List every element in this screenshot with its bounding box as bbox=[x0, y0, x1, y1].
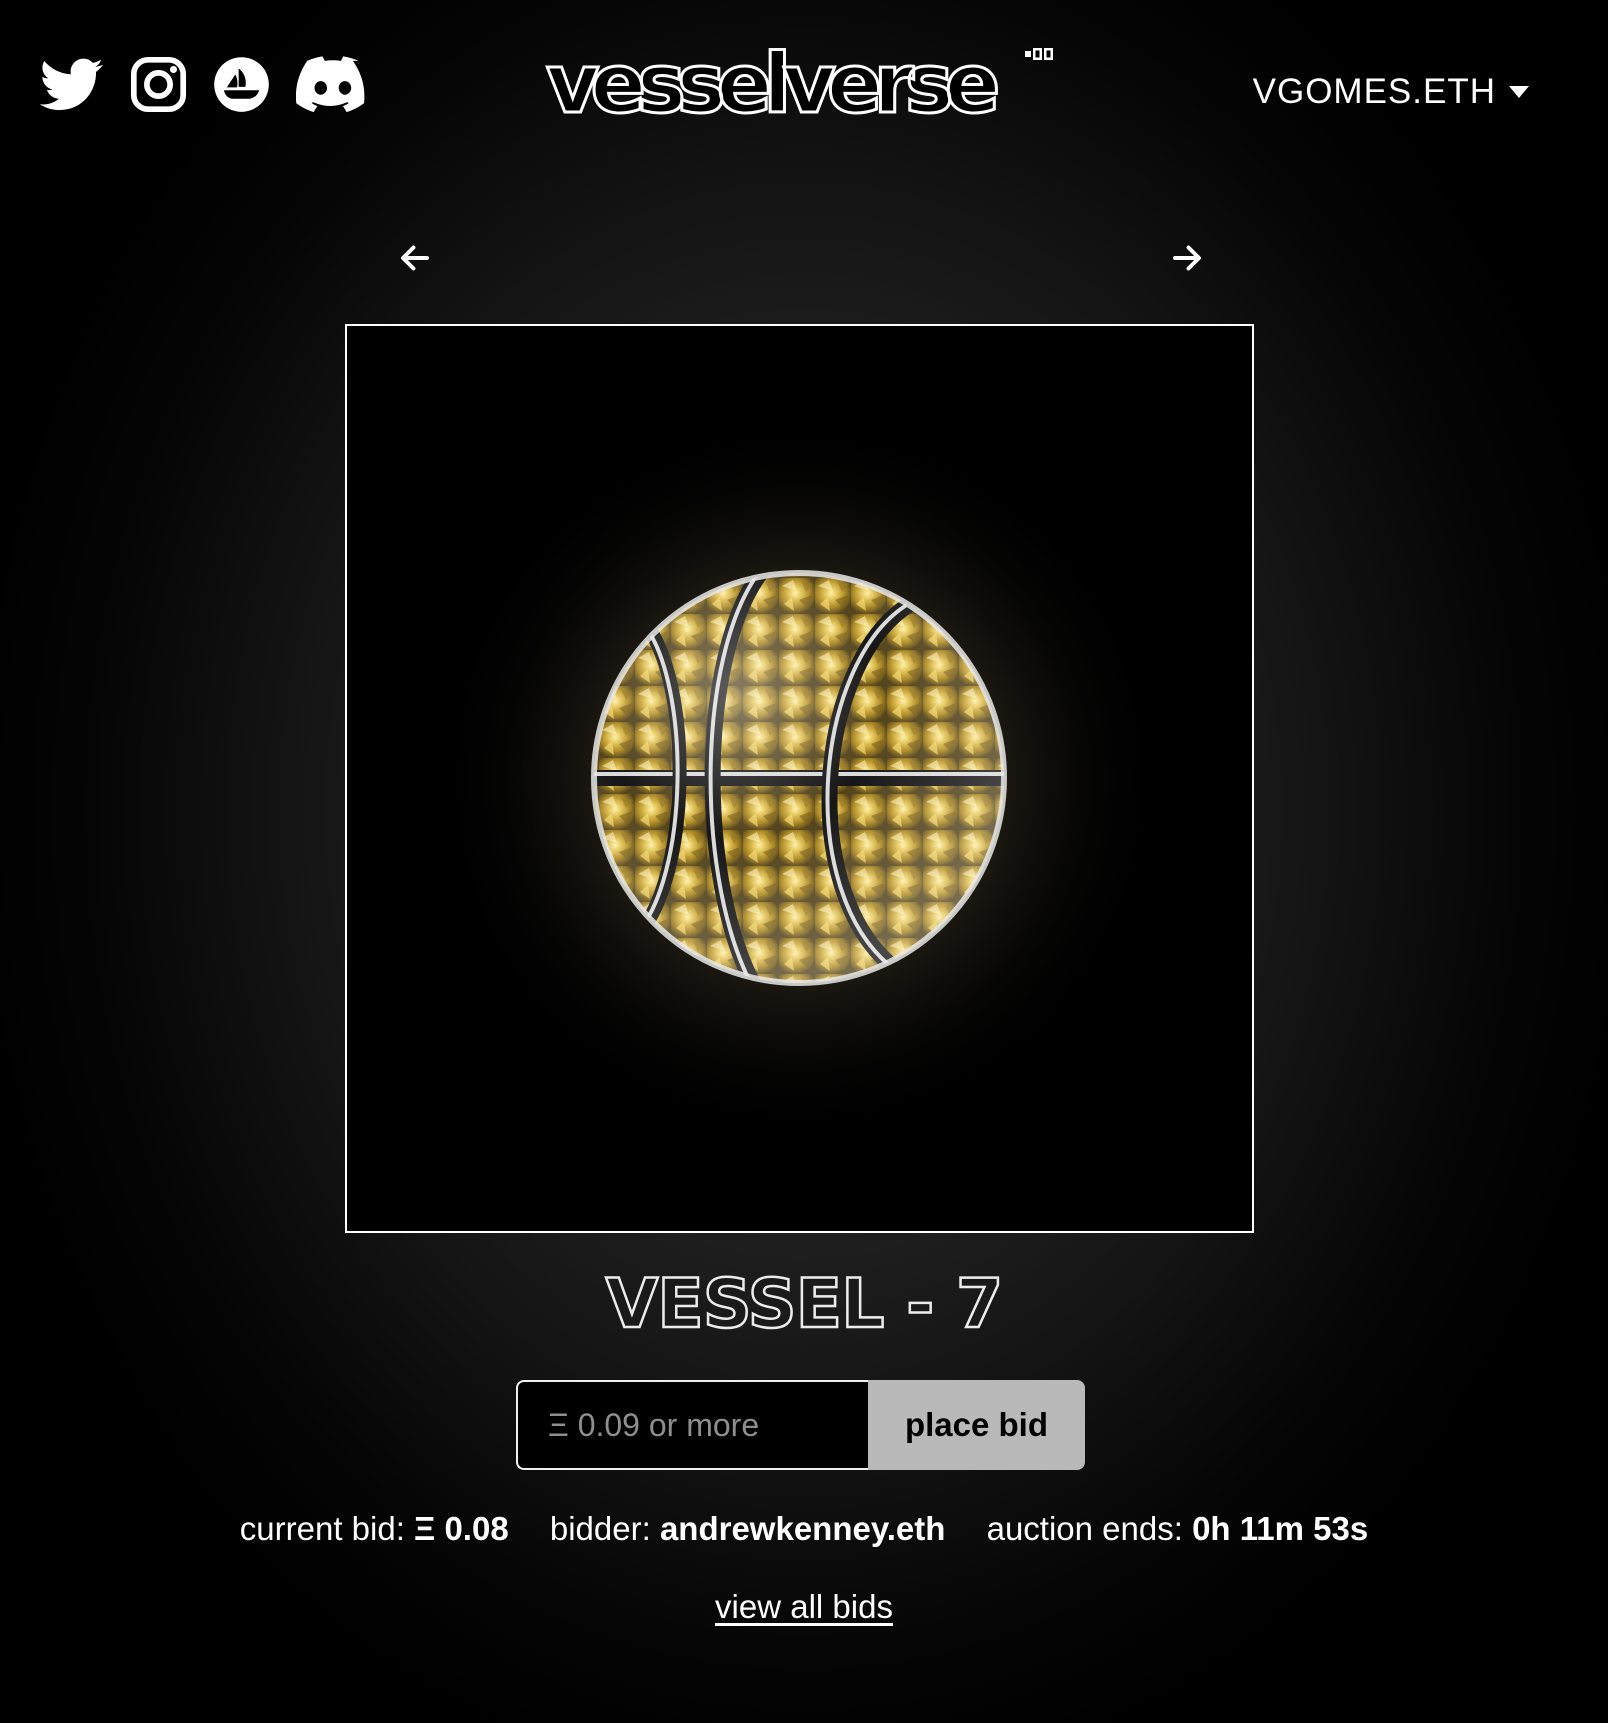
instagram-icon bbox=[130, 56, 187, 113]
twitter-link[interactable] bbox=[40, 58, 104, 112]
vessel-title: VESSEL - 7 bbox=[604, 1265, 1004, 1344]
arrow-right-icon bbox=[1173, 245, 1201, 271]
view-all-bids-link[interactable]: view all bids bbox=[715, 1588, 893, 1625]
discord-icon bbox=[296, 56, 365, 113]
bidder-label: bidder: bbox=[549, 1510, 651, 1547]
bid-amount-input[interactable] bbox=[516, 1380, 868, 1470]
previous-vessel-button[interactable] bbox=[397, 240, 433, 276]
auction-stats: current bid: Ξ 0.08 bidder: andrewkenney… bbox=[0, 1510, 1608, 1548]
basketball-artwork bbox=[469, 448, 1129, 1108]
caret-down-icon bbox=[1509, 86, 1529, 98]
logo-wordmark: vesselverse bbox=[544, 37, 1001, 132]
next-vessel-button[interactable] bbox=[1169, 240, 1205, 276]
instagram-link[interactable] bbox=[130, 56, 187, 113]
place-bid-button[interactable]: place bid bbox=[868, 1380, 1085, 1470]
opensea-icon bbox=[214, 57, 269, 112]
auction-ends-value: 0h 11m 53s bbox=[1192, 1510, 1369, 1547]
social-links bbox=[40, 56, 370, 113]
discord-link[interactable] bbox=[296, 56, 370, 113]
bid-form: place bid bbox=[516, 1380, 1085, 1470]
current-bid-label: current bid: bbox=[239, 1510, 405, 1547]
current-bid-value: Ξ 0.08 bbox=[414, 1510, 509, 1547]
bidder-value: andrewkenney.eth bbox=[659, 1510, 946, 1547]
bidder-stat: bidder: andrewkenney.eth bbox=[550, 1510, 946, 1548]
site-logo[interactable]: vesselverse bbox=[540, 42, 1060, 132]
artwork-frame bbox=[345, 324, 1254, 1233]
opensea-link[interactable] bbox=[213, 56, 270, 113]
current-bid-stat: current bid: Ξ 0.08 bbox=[240, 1510, 509, 1548]
auction-ends-label: auction ends: bbox=[986, 1510, 1183, 1547]
twitter-icon bbox=[40, 58, 103, 110]
logo-badge-icon bbox=[1025, 48, 1053, 60]
view-bids-container: view all bids bbox=[0, 1588, 1608, 1626]
account-menu[interactable]: VGOMES.ETH bbox=[1253, 72, 1530, 112]
account-name: VGOMES.ETH bbox=[1252, 72, 1496, 111]
arrow-left-icon bbox=[401, 245, 429, 271]
auction-ends-stat: auction ends: 0h 11m 53s bbox=[987, 1510, 1369, 1548]
